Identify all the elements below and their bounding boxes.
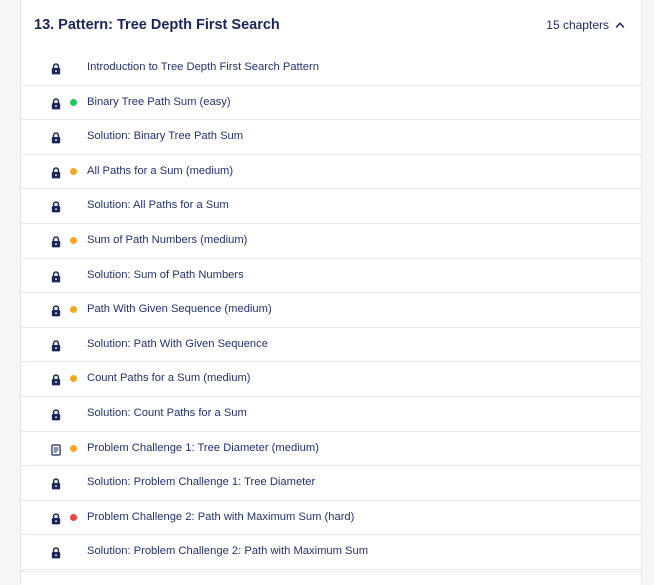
lesson-row[interactable]: Solution: Sum of Path Numbers: [21, 259, 641, 294]
lesson-title[interactable]: Solution: Problem Challenge 2: Path with…: [87, 545, 368, 557]
lock-icon: [51, 546, 61, 559]
lesson-row[interactable]: Solution: Count Paths for a Sum: [21, 397, 641, 432]
lock-icon: [51, 270, 61, 282]
lock-icon: [51, 97, 61, 109]
lesson-row[interactable]: Introduction to Tree Depth First Search …: [21, 51, 641, 86]
lesson-row[interactable]: Problem Challenge 2: Path with Maximum S…: [21, 501, 641, 536]
chapter-section-card: 13. Pattern: Tree Depth First Search 15 …: [20, 0, 642, 585]
lock-icon: [51, 200, 61, 213]
difficulty-hard-dot: [70, 513, 77, 521]
lock-icon: [51, 512, 61, 525]
lesson-title[interactable]: All Paths for a Sum (medium): [87, 165, 233, 177]
difficulty-easy-dot: [70, 98, 77, 106]
lesson-title[interactable]: Solution: Path With Given Sequence: [87, 338, 268, 350]
lock-icon: [51, 477, 61, 490]
lesson-title[interactable]: Introduction to Tree Depth First Search …: [87, 61, 319, 73]
difficulty-medium-dot: [70, 236, 77, 244]
difficulty-medium-dot: [70, 375, 77, 383]
lock-icon: [51, 339, 61, 352]
lesson-title[interactable]: Path With Given Sequence (medium): [87, 303, 272, 315]
lesson-title[interactable]: Count Paths for a Sum (medium): [87, 372, 251, 384]
chapters-toggle[interactable]: 15 chapters: [546, 18, 625, 32]
lesson-row[interactable]: Count Paths for a Sum (medium): [21, 362, 641, 397]
lock-icon: [51, 304, 61, 317]
lesson-row[interactable]: Problem Challenge 1: Tree Diameter (medi…: [21, 432, 641, 467]
lesson-title[interactable]: Solution: Binary Tree Path Sum: [87, 130, 243, 142]
lock-icon: [51, 166, 61, 179]
lesson-title[interactable]: Sum of Path Numbers (medium): [87, 234, 247, 246]
lesson-row[interactable]: Path With Given Sequence (medium): [21, 293, 641, 328]
lesson-title[interactable]: Problem Challenge 2: Path with Maximum S…: [87, 511, 354, 523]
lesson-title[interactable]: Solution: All Paths for a Sum: [87, 199, 229, 211]
lesson-row[interactable]: Solution: All Paths for a Sum: [21, 189, 641, 224]
lesson-title[interactable]: Solution: Problem Challenge 1: Tree Diam…: [87, 476, 315, 488]
lesson-row[interactable]: Binary Tree Path Sum (easy): [21, 86, 641, 121]
section-title: 13. Pattern: Tree Depth First Search: [34, 17, 280, 33]
chapters-count: 15 chapters: [546, 18, 609, 32]
difficulty-medium-dot: [70, 306, 77, 314]
document-icon: [51, 443, 61, 456]
lock-icon: [51, 131, 61, 144]
difficulty-medium-dot: [70, 444, 77, 452]
lock-icon: [51, 235, 61, 248]
lesson-title[interactable]: Binary Tree Path Sum (easy): [87, 96, 231, 108]
lesson-row[interactable]: All Paths for a Sum (medium): [21, 155, 641, 190]
lesson-row[interactable]: Sum of Path Numbers (medium): [21, 224, 641, 259]
lesson-title[interactable]: Solution: Count Paths for a Sum: [87, 407, 247, 419]
difficulty-medium-dot: [70, 167, 77, 175]
lesson-row[interactable]: Solution: Path With Given Sequence: [21, 328, 641, 363]
lock-icon: [51, 62, 61, 75]
lesson-row[interactable]: Solution: Problem Challenge 1: Tree Diam…: [21, 466, 641, 501]
chevron-up-icon: [615, 22, 625, 28]
lesson-row[interactable]: Solution: Binary Tree Path Sum: [21, 120, 641, 155]
lesson-title[interactable]: Solution: Sum of Path Numbers: [87, 269, 244, 281]
lock-icon: [51, 373, 61, 386]
lesson-row[interactable]: Solution: Problem Challenge 2: Path with…: [21, 535, 641, 570]
lock-icon: [51, 408, 61, 421]
next-section-edge: [21, 571, 641, 585]
section-header[interactable]: 13. Pattern: Tree Depth First Search 15 …: [21, 0, 641, 50]
lesson-title[interactable]: Problem Challenge 1: Tree Diameter (medi…: [87, 442, 319, 454]
lesson-list: Introduction to Tree Depth First Search …: [21, 51, 641, 570]
